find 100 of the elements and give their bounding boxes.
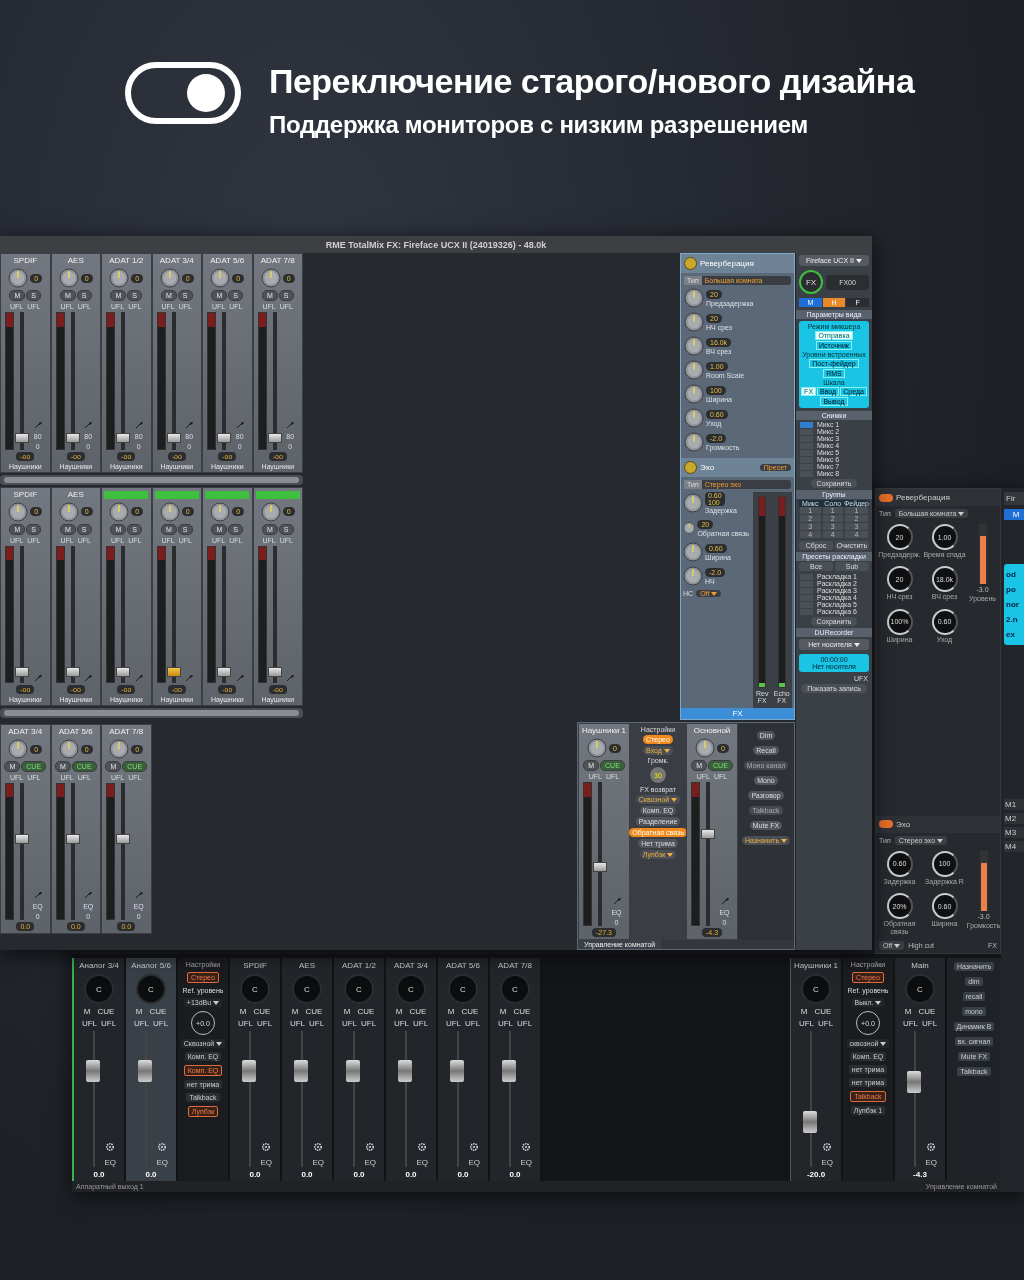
fader-thumb[interactable] bbox=[502, 1059, 517, 1082]
fader-thumb[interactable] bbox=[65, 433, 80, 444]
effect-knob[interactable] bbox=[684, 360, 704, 380]
gear-icon[interactable] bbox=[417, 1142, 428, 1152]
fader-thumb[interactable] bbox=[116, 433, 130, 444]
gear-icon[interactable] bbox=[926, 1142, 937, 1152]
fader-track[interactable] bbox=[978, 524, 987, 584]
gain-knob[interactable] bbox=[159, 268, 180, 288]
mix-item[interactable]: M2 bbox=[1004, 813, 1024, 824]
gain-knob[interactable] bbox=[210, 268, 231, 288]
fader-thumb[interactable] bbox=[86, 1059, 101, 1082]
effect-knob[interactable] bbox=[684, 384, 704, 404]
pan-knob[interactable]: C bbox=[344, 974, 374, 1004]
channel-strip[interactable]: Наушники 1 C M CUE UFL UFL EQ -20.0 bbox=[791, 958, 843, 1181]
device-dropdown[interactable]: Fir bbox=[1004, 492, 1024, 505]
fader-thumb[interactable] bbox=[15, 433, 29, 444]
fader-thumb[interactable] bbox=[65, 666, 80, 677]
gear-icon[interactable] bbox=[822, 1142, 833, 1152]
gain-knob[interactable] bbox=[159, 501, 180, 522]
channel-strip[interactable]: ADAT 1/2 C M CUE UFL UFL EQ 0.0 bbox=[334, 958, 386, 1181]
pan-knob[interactable]: C bbox=[500, 974, 530, 1004]
cue-button[interactable]: CUE bbox=[252, 1007, 272, 1016]
cue-button[interactable]: CUE bbox=[512, 1007, 532, 1016]
cue-button[interactable]: CUE bbox=[304, 1007, 324, 1016]
mute-button[interactable]: M bbox=[799, 1007, 809, 1016]
pan-knob[interactable]: C bbox=[396, 974, 426, 1004]
fader-thumb[interactable] bbox=[398, 1059, 413, 1082]
gain-knob[interactable] bbox=[109, 739, 130, 759]
fader-thumb[interactable] bbox=[701, 828, 715, 839]
toggle-switch[interactable] bbox=[879, 493, 893, 502]
gain-knob[interactable] bbox=[109, 268, 130, 288]
gain-knob[interactable] bbox=[58, 739, 79, 759]
gain-knob[interactable] bbox=[8, 501, 29, 522]
fader-thumb[interactable] bbox=[15, 666, 29, 677]
gain-knob[interactable] bbox=[587, 738, 608, 758]
cue-button[interactable]: CUE bbox=[148, 1007, 168, 1016]
gear-icon[interactable] bbox=[313, 1142, 324, 1152]
fx-button[interactable]: FX bbox=[799, 270, 823, 294]
gear-icon[interactable] bbox=[365, 1142, 376, 1152]
mute-button[interactable]: M bbox=[290, 1007, 300, 1016]
channel-strip[interactable]: SPDIF C M CUE UFL UFL EQ 0.0 bbox=[230, 958, 282, 1181]
fader-thumb[interactable] bbox=[217, 433, 231, 444]
gain-knob[interactable] bbox=[58, 268, 79, 288]
gain-knob[interactable] bbox=[8, 739, 29, 759]
gain-knob[interactable] bbox=[210, 501, 231, 522]
gain-knob[interactable] bbox=[58, 501, 79, 522]
pan-knob[interactable]: C bbox=[84, 974, 114, 1004]
fader-thumb[interactable] bbox=[346, 1059, 361, 1082]
channel-strip[interactable]: Аналог 5/6 C M CUE UFL UFL EQ 0.0 bbox=[126, 958, 178, 1181]
mute-button[interactable]: M bbox=[342, 1007, 352, 1016]
mute-button[interactable]: M bbox=[82, 1007, 92, 1016]
fader-thumb[interactable] bbox=[294, 1059, 309, 1082]
channel-strip[interactable]: ADAT 7/8 C M CUE UFL UFL EQ 0.0 bbox=[490, 958, 542, 1181]
pan-knob[interactable]: C bbox=[292, 974, 322, 1004]
fader-thumb[interactable] bbox=[242, 1059, 257, 1082]
channel-strip[interactable]: Main C M CUE UFL UFL EQ -4.3 bbox=[895, 958, 947, 1181]
fader-thumb[interactable] bbox=[116, 833, 130, 844]
gear-icon[interactable] bbox=[157, 1142, 168, 1152]
cue-button[interactable]: CUE bbox=[460, 1007, 480, 1016]
mix-item[interactable]: M4 bbox=[1004, 841, 1024, 852]
cue-button[interactable]: CUE bbox=[813, 1007, 833, 1016]
fader-track[interactable] bbox=[979, 850, 988, 911]
gear-icon[interactable] bbox=[105, 1142, 116, 1152]
channel-strip[interactable]: ADAT 3/4 C M CUE UFL UFL EQ 0.0 bbox=[386, 958, 438, 1181]
mute-button[interactable]: M bbox=[134, 1007, 144, 1016]
cue-button[interactable]: CUE bbox=[917, 1007, 937, 1016]
gain-knob[interactable] bbox=[260, 501, 281, 522]
cue-button[interactable]: CUE bbox=[356, 1007, 376, 1016]
effect-knob[interactable] bbox=[683, 493, 703, 513]
scrollbar[interactable] bbox=[0, 474, 303, 485]
channel-strip[interactable]: ADAT 5/6 C M CUE UFL UFL EQ 0.0 bbox=[438, 958, 490, 1181]
effect-knob[interactable] bbox=[684, 288, 704, 308]
fader-thumb[interactable] bbox=[15, 833, 29, 844]
gain-knob[interactable] bbox=[109, 501, 130, 522]
effect-knob[interactable] bbox=[683, 566, 703, 586]
mute-button[interactable]: M bbox=[446, 1007, 456, 1016]
fader-thumb[interactable] bbox=[166, 666, 181, 677]
fader-thumb[interactable] bbox=[116, 666, 130, 677]
fader-thumb[interactable] bbox=[267, 666, 282, 677]
gain-knob[interactable] bbox=[260, 268, 281, 288]
effect-knob[interactable] bbox=[684, 312, 704, 332]
channel-strip[interactable]: AES C M CUE UFL UFL EQ 0.0 bbox=[282, 958, 334, 1181]
effect-knob[interactable] bbox=[684, 336, 704, 356]
gear-icon[interactable] bbox=[261, 1142, 272, 1152]
toggle-switch[interactable] bbox=[879, 820, 893, 829]
pan-knob[interactable]: C bbox=[240, 974, 270, 1004]
gain-knob[interactable] bbox=[8, 268, 29, 288]
fader-thumb[interactable] bbox=[907, 1070, 922, 1093]
mute-button[interactable]: M bbox=[903, 1007, 913, 1016]
scrollbar[interactable] bbox=[0, 708, 303, 718]
fader-thumb[interactable] bbox=[267, 433, 282, 444]
fader-thumb[interactable] bbox=[138, 1059, 153, 1082]
pan-knob[interactable]: C bbox=[448, 974, 478, 1004]
mute-button[interactable]: M bbox=[238, 1007, 248, 1016]
fader-thumb[interactable] bbox=[65, 833, 80, 844]
mix-item[interactable]: M3 bbox=[1004, 827, 1024, 838]
cue-button[interactable]: CUE bbox=[408, 1007, 428, 1016]
gear-icon[interactable] bbox=[521, 1142, 532, 1152]
channel-strip[interactable]: Аналог 3/4 C M CUE UFL UFL EQ 0.0 bbox=[74, 958, 126, 1181]
mute-button[interactable]: M bbox=[394, 1007, 404, 1016]
